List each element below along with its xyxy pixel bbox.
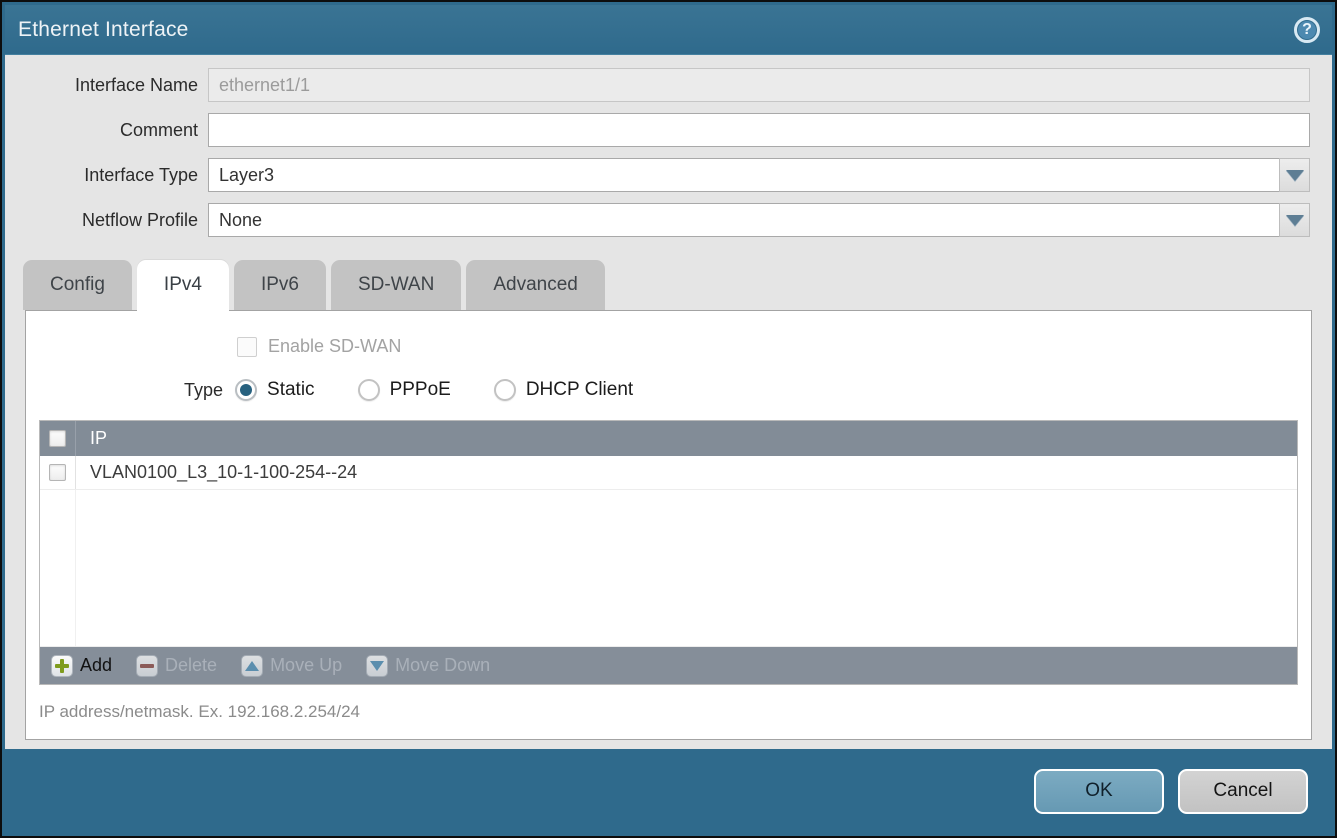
row-checkbox[interactable] [49,464,66,481]
ipv4-tab-panel: Enable SD-WAN Type Static PPPoE DHCP Cli… [25,310,1312,740]
comment-row: Comment [5,113,1310,147]
tab-sdwan[interactable]: SD-WAN [331,260,461,310]
interface-name-input [208,68,1310,102]
interface-type-label: Interface Type [5,165,208,186]
chevron-down-icon [1286,215,1304,226]
chevron-down-icon [1286,170,1304,181]
ip-column-header[interactable]: IP [76,428,107,449]
address-type-row: Type Static PPPoE DHCP Client [184,379,1311,401]
radio-dhcp-client[interactable]: DHCP Client [494,379,633,401]
move-up-button-label: Move Up [270,655,342,676]
interface-type-input[interactable] [208,158,1279,192]
ip-table-body: VLAN0100_L3_10-1-100-254--24 [40,456,1297,647]
dialog-footer: OK Cancel [5,749,1332,833]
move-up-button[interactable]: Move Up [241,655,342,677]
ip-table-header: IP [40,421,1297,456]
netflow-profile-input[interactable] [208,203,1279,237]
tab-config[interactable]: Config [23,260,132,310]
comment-input[interactable] [208,113,1310,147]
radio-dhcp-client-control[interactable] [494,379,516,401]
move-down-button-label: Move Down [395,655,490,676]
ip-cell-value[interactable]: VLAN0100_L3_10-1-100-254--24 [76,462,357,483]
tab-ipv4[interactable]: IPv4 [137,260,229,312]
table-empty-space [40,490,1297,647]
ethernet-interface-dialog: Ethernet Interface ? Interface Name Comm… [0,0,1337,838]
arrow-up-icon [241,655,263,677]
address-type-label: Type [184,380,223,401]
help-icon[interactable]: ? [1294,17,1320,43]
delete-button-label: Delete [165,655,217,676]
add-button-label: Add [80,655,112,676]
interface-type-row: Interface Type [5,158,1310,192]
ok-button[interactable]: OK [1034,769,1164,814]
cancel-button[interactable]: Cancel [1178,769,1308,814]
interface-name-row: Interface Name [5,68,1310,102]
radio-static[interactable]: Static [235,379,315,401]
enable-sdwan-checkbox [237,337,257,357]
enable-sdwan-row: Enable SD-WAN [237,336,1311,357]
add-button[interactable]: Add [51,655,112,677]
dialog-titlebar: Ethernet Interface ? [5,5,1332,55]
dialog-body: Interface Name Comment Interface Type Ne… [5,55,1332,749]
tab-advanced[interactable]: Advanced [466,260,605,310]
netflow-profile-row: Netflow Profile [5,203,1310,237]
select-all-checkbox[interactable] [49,430,66,447]
tab-strip: Config IPv4 IPv6 SD-WAN Advanced [23,260,1332,310]
radio-static-label: Static [267,379,315,401]
netflow-profile-label: Netflow Profile [5,210,208,231]
comment-label: Comment [5,120,208,141]
ip-format-hint: IP address/netmask. Ex. 192.168.2.254/24 [39,702,1311,722]
radio-pppoe-label: PPPoE [390,379,451,401]
enable-sdwan-label: Enable SD-WAN [268,336,401,357]
radio-static-control[interactable] [235,379,257,401]
arrow-down-icon [366,655,388,677]
interface-name-label: Interface Name [5,75,208,96]
minus-icon [136,655,158,677]
netflow-profile-dropdown-button[interactable] [1279,203,1310,237]
radio-pppoe[interactable]: PPPoE [358,379,451,401]
interface-type-dropdown-button[interactable] [1279,158,1310,192]
radio-pppoe-control[interactable] [358,379,380,401]
radio-dhcp-client-label: DHCP Client [526,379,633,401]
ip-table: IP VLAN0100_L3_10-1-100-254--24 [39,420,1298,685]
plus-icon [51,655,73,677]
dialog-title: Ethernet Interface [18,18,189,42]
tab-ipv6[interactable]: IPv6 [234,260,326,310]
delete-button[interactable]: Delete [136,655,217,677]
table-row[interactable]: VLAN0100_L3_10-1-100-254--24 [40,456,1297,490]
move-down-button[interactable]: Move Down [366,655,490,677]
table-toolbar: Add Delete Move Up Move Down [40,647,1297,684]
